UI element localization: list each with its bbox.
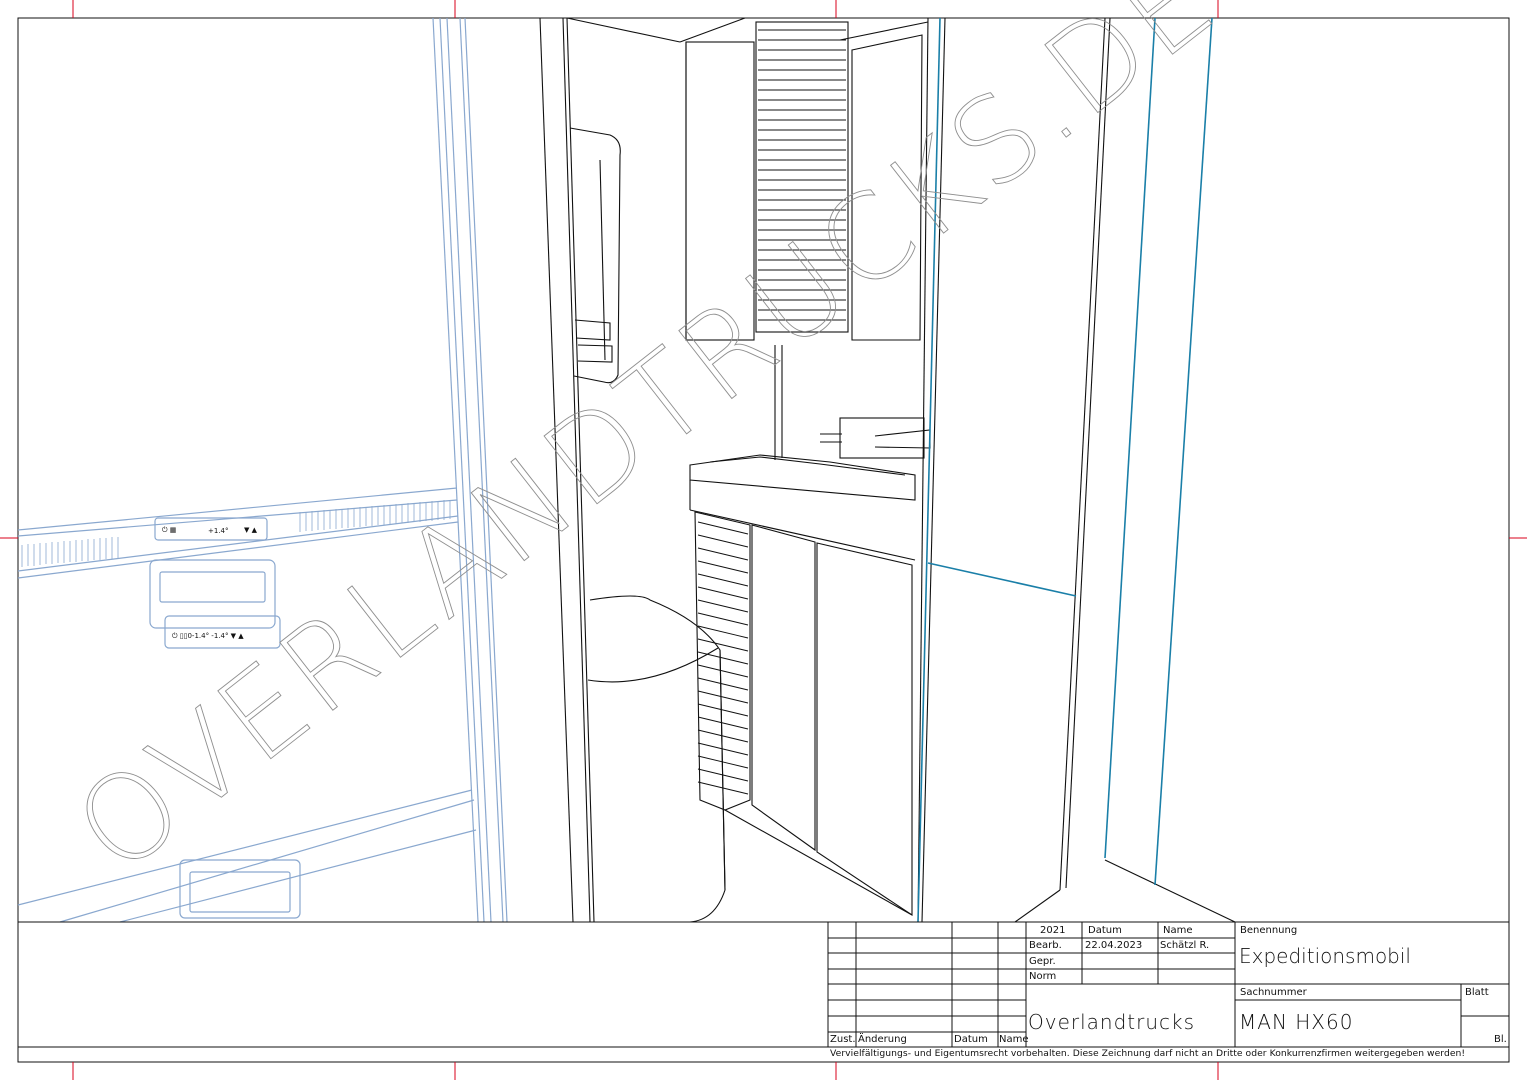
tb-blatt-label: Blatt: [1465, 987, 1489, 998]
tb-col-datum: Datum: [1088, 925, 1122, 936]
tb-bl-label: Bl.: [1494, 1034, 1507, 1045]
tb-sachnummer-value: MAN HX60: [1239, 1010, 1354, 1034]
tb-row-bearb: Bearb.: [1029, 940, 1062, 951]
tb-row-norm: Norm: [1029, 971, 1057, 982]
tb-rev-zust: Zust.: [830, 1034, 856, 1045]
watermark-text: OVERLANDTRUCKS.DE: [50, 0, 1240, 900]
svg-text:▼ ▲: ▼ ▲: [244, 526, 258, 534]
tb-row-gepr: Gepr.: [1029, 956, 1056, 967]
svg-text:⏻ ▦: ⏻ ▦: [162, 526, 176, 534]
tb-benennung-label: Benennung: [1240, 925, 1298, 936]
copyright-notice: Vervielfältigungs- und Eigentumsrecht vo…: [830, 1048, 1466, 1059]
tb-sachnummer-label: Sachnummer: [1240, 987, 1307, 998]
tb-rev-datum: Datum: [954, 1034, 988, 1045]
tb-benennung-value: Expeditionsmobil: [1239, 944, 1411, 968]
svg-text:⏻ ▯▯0-1.4° -1.4° ▼ ▲: ⏻ ▯▯0-1.4° -1.4° ▼ ▲: [172, 632, 244, 640]
tb-bearb-date: 22.04.2023: [1085, 940, 1143, 951]
svg-text:+1.4°: +1.4°: [208, 527, 229, 535]
tb-company: Overlandtrucks: [1028, 1010, 1196, 1034]
tb-bearb-name: Schätzl R.: [1160, 940, 1210, 951]
tb-year: 2021: [1040, 925, 1066, 936]
tb-col-name: Name: [1163, 925, 1193, 936]
tb-rev-name: Name: [999, 1034, 1029, 1045]
technical-drawing-sheet: ⏻ ▦ +1.4° ▼ ▲ ⏻ ▯▯0-1.4° -1.4° ▼ ▲ OVERL…: [0, 0, 1527, 1080]
tb-rev-aenderung: Änderung: [858, 1034, 907, 1045]
